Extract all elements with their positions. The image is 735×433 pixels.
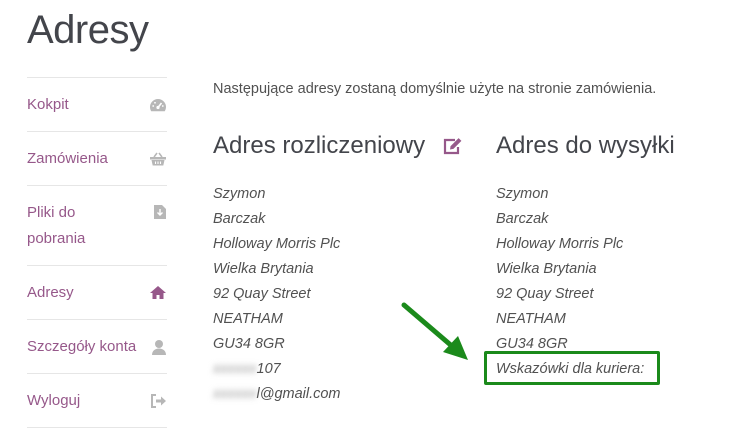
billing-phone-visible: 107 — [256, 361, 281, 377]
shipping-city: NEATHAM — [496, 311, 566, 327]
sidebar-item-adresy[interactable]: Adresy — [27, 265, 167, 319]
sidebar-item-wyloguj[interactable]: Wyloguj — [27, 373, 167, 427]
user-icon — [147, 339, 167, 355]
shipping-last-name: Barczak — [496, 211, 549, 227]
sidebar-item-label: Adresy — [27, 283, 74, 301]
dashboard-icon — [147, 98, 167, 112]
page-title: Adresy — [27, 8, 149, 52]
courier-note-highlight — [484, 351, 660, 385]
billing-address-section: Adres rozliczeniowy Szymon Barczak Hollo… — [213, 130, 463, 407]
sidebar-item-label: Kokpit — [27, 95, 69, 113]
sidebar-item-label: Szczegóły konta — [27, 337, 137, 355]
edit-icon[interactable] — [443, 137, 462, 155]
home-icon — [147, 285, 167, 300]
annotation-arrow-icon — [401, 302, 468, 360]
billing-first-name: Szymon — [213, 186, 266, 202]
sidebar-item-label: Wyloguj — [27, 391, 81, 409]
billing-last-name: Barczak — [213, 211, 266, 227]
shipping-address-title: Adres do wysyłki — [496, 130, 716, 162]
sidebar-divider — [27, 427, 167, 429]
billing-email-visible: l@gmail.com — [256, 386, 341, 402]
sidebar-item-szczegoly-konta[interactable]: Szczegóły konta — [27, 319, 167, 373]
file-download-icon — [147, 204, 167, 220]
redacted-text: xxxxxx — [213, 361, 257, 377]
sidebar-item-pliki[interactable]: Pliki do pobrania — [27, 185, 167, 265]
shipping-street: 92 Quay Street — [496, 286, 594, 302]
billing-email: xxxxxxl@gmail.com — [213, 382, 463, 407]
shipping-address-heading: Adres do wysyłki — [496, 132, 675, 159]
basket-icon — [147, 152, 167, 166]
sidebar-item-label: Pliki do pobrania — [27, 203, 86, 247]
sidebar-item-zamowienia[interactable]: Zamówienia — [27, 131, 167, 185]
billing-company: Holloway Morris Plc — [213, 236, 341, 252]
sign-out-icon — [147, 393, 167, 408]
sidebar-item-label: Zamówienia — [27, 149, 108, 167]
billing-address: Szymon Barczak Holloway Morris Plc Wielk… — [213, 182, 463, 407]
sidebar-item-kokpit[interactable]: Kokpit — [27, 77, 167, 131]
shipping-country: Wielka Brytania — [496, 261, 597, 277]
shipping-company: Holloway Morris Plc — [496, 236, 624, 252]
billing-address-heading: Adres rozliczeniowy — [213, 132, 426, 159]
redacted-text: xxxxxx — [213, 386, 257, 402]
shipping-address-section: Adres do wysyłki Szymon Barczak Holloway… — [496, 130, 716, 382]
account-navigation: Kokpit Zamówienia Pliki do pobrania Adre… — [27, 77, 167, 429]
billing-address-title: Adres rozliczeniowy — [213, 130, 463, 162]
addresses-intro: Następujące adresy zostaną domyślnie uży… — [213, 81, 657, 97]
shipping-first-name: Szymon — [496, 186, 549, 202]
billing-country: Wielka Brytania — [213, 261, 314, 277]
